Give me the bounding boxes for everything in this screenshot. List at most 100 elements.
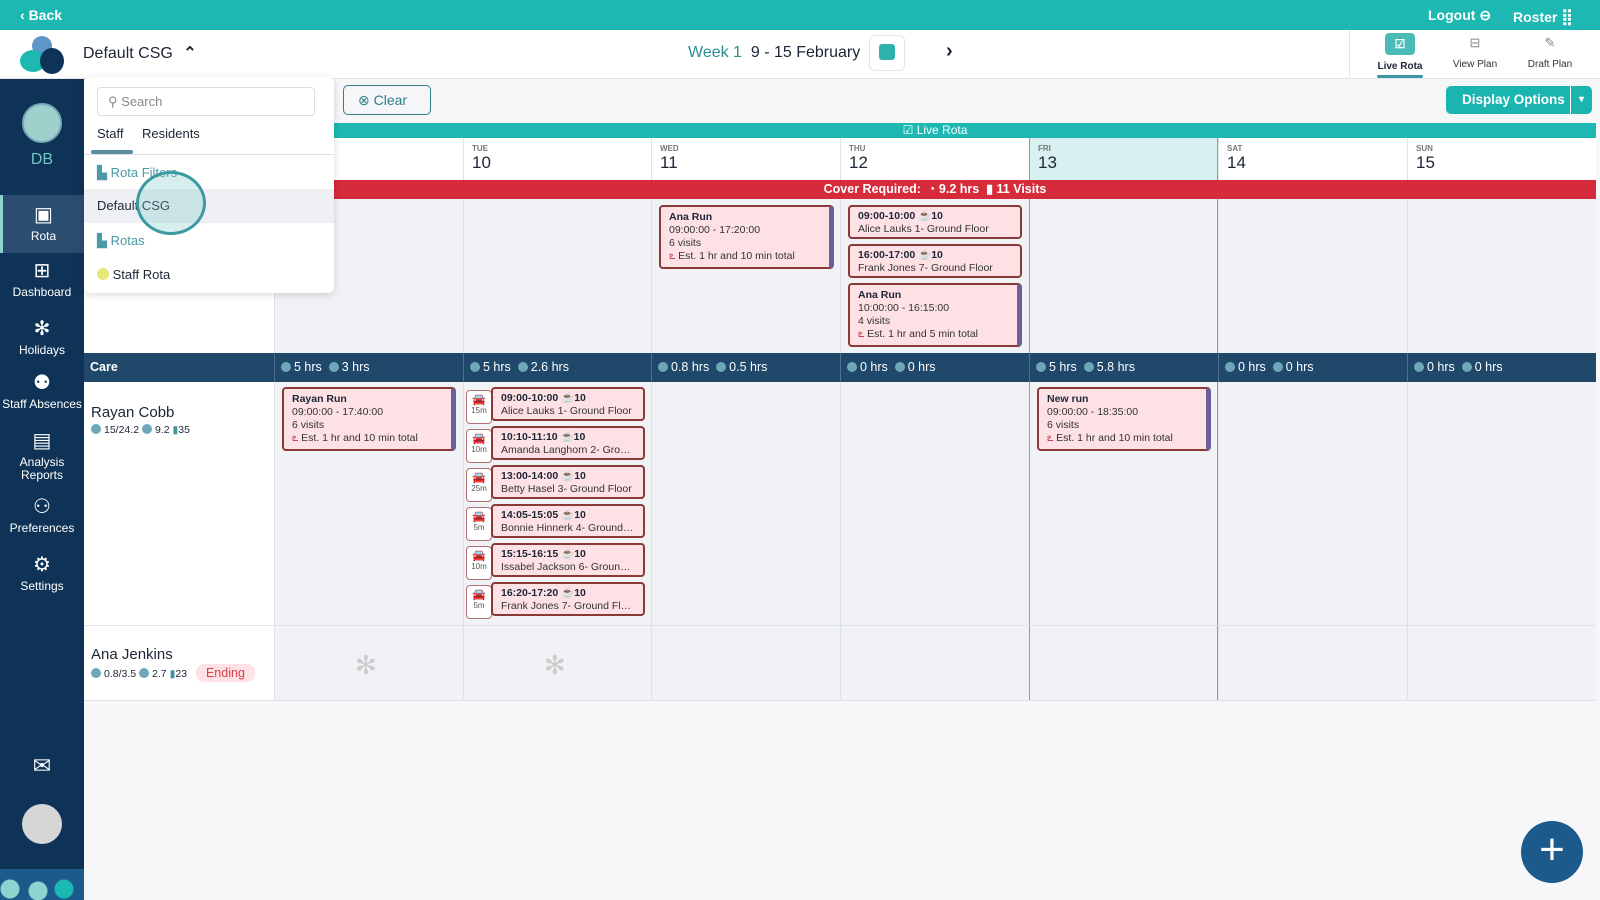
staff-visits: 23 [175,668,188,680]
unassigned-cell[interactable] [463,199,652,353]
cup-icon: ☕ [561,509,575,521]
rota-cell[interactable] [1407,382,1596,625]
run-title: Ana Run [669,211,713,223]
cup-icon: ☕ [560,431,574,443]
run-card[interactable]: New run 09:00:00 - 18:35:00 6 visits ఽ Est.… [1037,387,1211,451]
visit-card[interactable]: 09:00-10:00 ☕10 Alice Lauks 1- Ground Flo… [491,387,645,421]
option-default-csg[interactable]: Default CSG [84,189,334,223]
visit-time: 13:00-14:00 [501,470,559,482]
rota-cell[interactable] [840,626,1029,700]
nav-settings[interactable]: ⚙ Settings [0,553,84,593]
run-time: 09:00:00 - 17:20:00 [669,224,761,236]
banner-label: Live Rota [916,123,968,137]
clear-icon: ⊗ [358,92,370,108]
scheduled-hours: 5 hrs [294,360,322,374]
staff-rayan-cobb[interactable]: Rayan Cobb 15/24.2 9.2 ▮35 [91,404,190,436]
visit-count: 10 [574,548,586,560]
visit-count: 10 [931,249,943,261]
care-day-total: 0 hrs 0 hrs [840,353,1029,382]
scheduled-hours: 5 hrs [483,360,511,374]
extra-hours: 0 hrs [907,360,936,374]
nav-dashboard[interactable]: ⊞ Dashboard [0,259,84,299]
travel-duration: 25m [471,484,487,493]
rota-cell[interactable] [651,382,840,625]
visit-time: 16:20-17:20 [501,587,559,599]
staff-ana-jenkins[interactable]: Ana Jenkins 0.8/3.5 2.7 ▮23 Ending [91,646,255,682]
run-title: Rayan Run [292,393,347,405]
tab-staff[interactable]: Staff [97,126,124,141]
extra-hours: 5.8 hrs [1096,360,1135,374]
roster-button[interactable]: Roster ⣿ [1513,7,1573,27]
day-header: TUE 10 [463,138,652,180]
nav-holidays[interactable]: ✻ Holidays [0,317,84,357]
visit-card[interactable]: 10:10-11:10 ☕10 Amanda Langhorn 2- Ground… [491,426,645,460]
org-avatar[interactable] [22,103,62,143]
run-card[interactable]: Rayan Run 09:00:00 - 17:40:00 6 visits ఽ Es… [282,387,456,451]
display-options-button[interactable]: Display Options ▾ [1446,86,1592,114]
nav-rota[interactable]: ▣ Rota [0,195,84,253]
org-initials: DB [30,151,54,168]
visit-time: 09:00-10:00 [858,210,916,222]
rota-cell[interactable] [1218,626,1407,700]
run-card[interactable]: Ana Run 09:00:00 - 17:20:00 6 visits ఽ Est.… [659,205,834,269]
visit-card[interactable]: 15:15-16:15 ☕10 Issabel Jackson 6- Ground… [491,543,645,577]
unassigned-cell[interactable] [1218,199,1407,353]
day-header: SUN 15 [1407,138,1596,180]
rota-cell[interactable] [651,626,840,700]
visit-count: 10 [931,210,943,222]
add-button[interactable]: + [1521,821,1583,883]
calendar-picker-button[interactable] [869,35,905,71]
visit-count: 10 [574,392,586,404]
cover-required-bar: Cover Required: ◔ 9.2 hrs ▮ 11 Visits [274,180,1596,199]
run-time: 09:00:00 - 17:40:00 [292,406,384,418]
mode-view-plan[interactable]: ⊟ View Plan [1445,35,1505,70]
rota-cell[interactable] [1407,626,1596,700]
visit-card[interactable]: 16:20-17:20 ☕10 Frank Jones 7- Ground Flo… [491,582,645,616]
nav-label: Settings [20,579,64,593]
next-week-button[interactable]: › [946,40,953,63]
mode-live-rota[interactable]: ☑ Live Rota [1370,33,1430,78]
plus-icon [1083,362,1094,372]
nav-analysis-reports[interactable]: ▤ Analysis Reports [0,429,84,482]
grid-icon: ⣿ [1561,9,1573,26]
route-icon: ఽ [1047,432,1054,444]
search-input[interactable]: ⚲ Search [97,87,315,116]
ending-badge: Ending [195,664,255,682]
cover-visits: 11 Visits [996,182,1047,196]
clock-icon: ◔ [927,182,936,196]
day-date: 10 [472,153,491,172]
nav-preferences[interactable]: ⚇ Preferences [0,495,84,535]
travel-time: 🚘 10m [466,546,492,580]
user-avatar[interactable] [22,804,62,844]
run-time: 09:00:00 - 18:35:00 [1047,406,1139,418]
extra-hours: 0 hrs [1285,360,1314,374]
option-staff-rota[interactable]: Staff Rota [97,267,170,282]
mode-draft-plan[interactable]: ✎ Draft Plan [1520,35,1580,70]
travel-time: 🚘 25m [466,468,492,502]
tab-residents[interactable]: Residents [142,126,200,141]
day-header: WED 11 [651,138,840,180]
org-selector[interactable]: Default CSG ⌃ [83,43,197,63]
clock-icon [91,668,101,678]
visit-card[interactable]: 13:00-14:00 ☕10 Betty Hasel 3- Ground Flo… [491,465,645,499]
visit-card[interactable]: 14:05-15:05 ☕10 Bonnie Hinnerk 4- Ground … [491,504,645,538]
nav-staff-absences[interactable]: ⚉ Staff Absences [0,371,84,411]
rota-cell[interactable] [1218,382,1407,625]
rota-cell[interactable] [840,382,1029,625]
option-label: Staff Rota [112,267,171,282]
clock-icon [658,362,668,372]
mail-icon[interactable]: ✉ [0,755,84,777]
extra-hours: 2.6 hrs [530,360,569,374]
unassigned-cell[interactable] [1407,199,1596,353]
visit-card[interactable]: 09:00-10:00 ☕10 Alice Lauks 1- Ground Flo… [848,205,1022,239]
cup-icon: ☕ [918,210,932,222]
logout-button[interactable]: Logout ⊖ [1428,7,1491,24]
scheduled-hours: 0.8 hrs [671,360,710,374]
visit-card[interactable]: 16:00-17:00 ☕10 Frank Jones 7- Ground Flo… [848,244,1022,278]
clear-button[interactable]: ⊗ Clear [343,85,431,115]
clock-icon [281,362,291,372]
back-link[interactable]: ‹ Back [20,7,62,23]
chevron-down-icon[interactable]: ▾ [1570,86,1592,114]
calendar-check-icon: ☑ [1385,33,1415,55]
run-card[interactable]: Ana Run 10:00:00 - 16:15:00 4 visits ఽ Est.… [848,283,1022,347]
